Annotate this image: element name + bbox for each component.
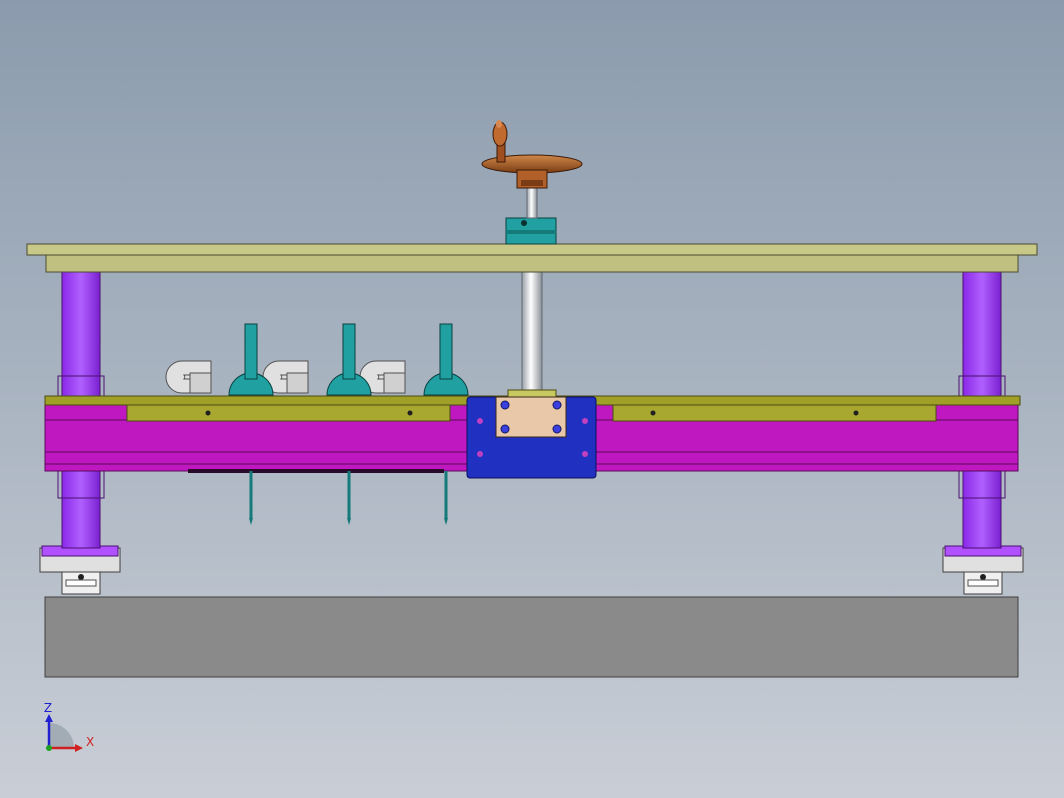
screw-rod-lower[interactable] (521, 271, 543, 393)
screw-rod-upper[interactable] (526, 187, 538, 219)
base-block[interactable] (44, 596, 1019, 678)
cad-viewport[interactable]: Z X (0, 0, 1064, 798)
carriage-plate[interactable] (466, 389, 597, 479)
mounting-block[interactable] (505, 217, 557, 245)
x-axis-label: X (86, 735, 94, 749)
top-plate[interactable] (26, 243, 1038, 273)
model-scene[interactable]: Z X (0, 0, 1064, 798)
z-axis-label: Z (44, 701, 52, 715)
hook-bracket[interactable] (165, 360, 212, 394)
